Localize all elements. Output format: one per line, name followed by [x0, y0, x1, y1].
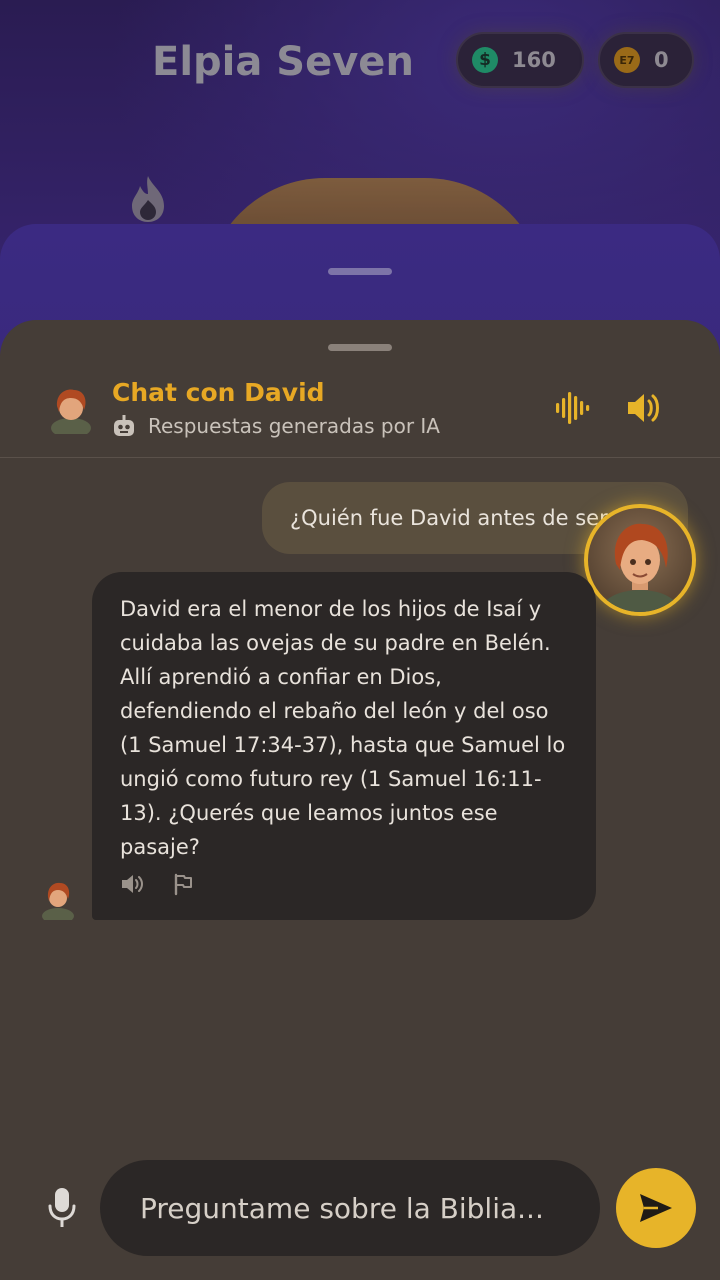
david-avatar — [51, 389, 91, 434]
david-avatar-small — [42, 882, 74, 920]
robot-icon — [114, 415, 134, 436]
ai-disclaimer: Respuestas generadas por IA — [112, 414, 440, 438]
message-actions — [120, 872, 194, 896]
money-counter[interactable]: $ 160 — [456, 32, 584, 88]
bot-message-text: David era el menor de los hijos de Isaí … — [120, 597, 566, 859]
david-portrait-image — [600, 523, 680, 612]
bot-message-bubble: David era el menor de los hijos de Isaí … — [92, 572, 596, 920]
coin-counter[interactable]: E7 0 — [598, 32, 694, 88]
send-icon — [640, 1194, 672, 1222]
chat-header: Chat con David Respuestas generadas por … — [0, 374, 720, 458]
speaker-icon[interactable] — [624, 390, 664, 426]
dollar-icon: $ — [472, 47, 498, 73]
speaker-icon[interactable] — [120, 872, 146, 896]
chat-input[interactable] — [100, 1160, 600, 1256]
flag-icon[interactable] — [172, 872, 194, 896]
coin-value: 0 — [654, 48, 669, 72]
chat-sheet-handle[interactable] — [328, 344, 392, 351]
game-title: Elpia Seven — [152, 39, 414, 85]
flame-icon[interactable] — [126, 174, 170, 224]
chat-subtitle: Respuestas generadas por IA — [148, 414, 440, 438]
chat-sheet: Chat con David Respuestas generadas por … — [0, 320, 720, 1280]
mic-icon[interactable] — [44, 1186, 80, 1230]
voice-wave-icon[interactable] — [552, 390, 592, 426]
sheet-handle[interactable] — [328, 268, 392, 275]
send-button[interactable] — [616, 1168, 696, 1248]
david-portrait[interactable] — [584, 504, 696, 616]
money-value: 160 — [512, 48, 556, 72]
coin-icon: E7 — [614, 47, 640, 73]
chat-title: Chat con David — [112, 378, 325, 407]
